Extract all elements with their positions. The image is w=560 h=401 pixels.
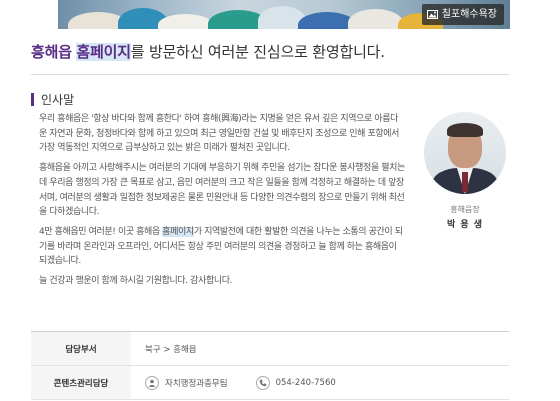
section-title: 인사말 bbox=[31, 91, 74, 108]
table-row: 담당부서 북구 > 흥해읍 bbox=[31, 332, 509, 366]
phone-icon bbox=[255, 375, 270, 390]
dept-label: 담당부서 bbox=[31, 332, 131, 365]
manager-value: 자치행정과충무팀 054-240-7560 bbox=[131, 366, 509, 399]
section-title-label: 인사말 bbox=[41, 93, 75, 107]
manager-label: 콘텐츠관리담당 bbox=[31, 366, 131, 399]
greeting-paragraph-3: 4만 흥해읍민 여러분! 이곳 흥해읍 홈페이지가 지역발전에 대한 활발한 의… bbox=[39, 225, 405, 269]
welcome-headline: 흥해읍 홈페이지를 방문하신 여러분 진심으로 환영합니다. bbox=[31, 41, 385, 62]
dept-value: 북구 > 흥해읍 bbox=[145, 344, 197, 355]
greeting-message: 우리 흥해읍은 '항상 바다와 함께 흥한다' 하여 흥해(興海)라는 지명을 … bbox=[39, 112, 405, 294]
table-row: 콘텐츠관리담당 자치행정과충무팀 054-240-7560 bbox=[31, 366, 509, 400]
manager-phone: 054-240-7560 bbox=[275, 377, 336, 388]
mayor-name: 박 용 생 bbox=[446, 220, 484, 230]
header-banner-image: 칠포해수욕장 bbox=[58, 0, 510, 29]
greeting-paragraph-4: 늘 건강과 행운이 함께 하시길 기원합니다. 감사합니다. bbox=[39, 276, 233, 287]
greeting-paragraph-2: 흥해읍을 아끼고 사랑해주시는 여러분의 기대에 부응하기 위해 주민을 섬기는… bbox=[39, 163, 405, 218]
headline-welcome-text: 를 방문하신 여러분 진심으로 환영합니다. bbox=[130, 43, 385, 61]
greeting-homepage-highlight: 홈페이지 bbox=[162, 226, 194, 237]
image-icon bbox=[426, 10, 438, 19]
banner-caption-label: 칠포해수욕장 bbox=[441, 9, 497, 20]
person-icon bbox=[145, 375, 159, 390]
headline-town-name: 흥해읍 bbox=[31, 43, 72, 61]
mayor-photo bbox=[424, 112, 506, 194]
manager-team: 자치행정과충무팀 bbox=[165, 378, 228, 389]
greeting-paragraph-3-start: 4만 흥해읍민 여러분! 이곳 흥해읍 bbox=[39, 226, 163, 237]
content-info-table: 담당부서 북구 > 흥해읍 콘텐츠관리담당 자치행정과충무팀 054-240-7… bbox=[31, 331, 509, 400]
greeting-paragraph-1: 우리 흥해읍은 '항상 바다와 함께 흥한다' 하여 흥해(興海)라는 지명을 … bbox=[39, 114, 399, 154]
section-title-bar bbox=[31, 93, 34, 106]
mayor-role: 흥해읍장 bbox=[450, 205, 480, 214]
headline-divider bbox=[31, 74, 509, 75]
banner-caption-tag: 칠포해수욕장 bbox=[421, 4, 504, 25]
headline-homepage-highlight: 홈페이지 bbox=[76, 43, 131, 61]
